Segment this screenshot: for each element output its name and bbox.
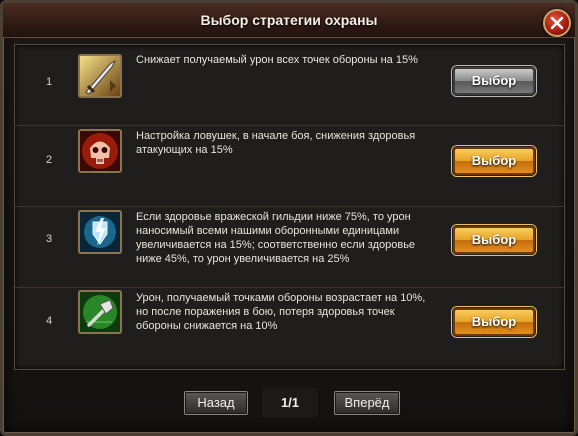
hammer-icon [78, 290, 122, 334]
select-button[interactable]: Выбор [452, 146, 536, 176]
strategy-description: Настройка ловушек, в начале боя, снижени… [136, 130, 416, 156]
select-button[interactable]: Выбор [452, 66, 536, 96]
page-indicator: 1/1 [262, 388, 318, 418]
select-button[interactable]: Выбор [452, 225, 536, 255]
dialog-title: Выбор стратегии охраны [200, 12, 378, 28]
strategy-number: 4 [45, 315, 53, 327]
strategy-description: Если здоровье вражеской гильдии ниже 75%… [136, 211, 416, 265]
strategy-list: 1 Снижает получаемый урон всех точек обо… [14, 44, 565, 370]
strategy-row-2: 2 Настройка ловушек, в начале боя, сниже… [15, 126, 564, 207]
lightning-shield-icon [78, 210, 122, 254]
strategy-number: 3 [45, 233, 53, 245]
forward-button[interactable]: Вперёд [334, 391, 400, 415]
skull-icon [78, 129, 122, 173]
select-button[interactable]: Выбор [452, 307, 536, 337]
dialog-title-bar: Выбор стратегии охраны [3, 3, 575, 38]
close-button[interactable] [543, 9, 571, 37]
strategy-description: Снижает получаемый урон всех точек оборо… [136, 54, 418, 66]
sword-icon [78, 54, 122, 98]
strategy-number: 2 [45, 154, 53, 166]
strategy-row-4: 4 Урон, получаемый точками обороны возра… [15, 288, 564, 368]
close-icon [550, 16, 564, 30]
strategy-description: Урон, получаемый точками обороны возраст… [136, 292, 426, 332]
back-button[interactable]: Назад [184, 391, 248, 415]
strategy-number: 1 [45, 76, 53, 88]
strategy-row-1: 1 Снижает получаемый урон всех точек обо… [15, 45, 564, 126]
strategy-row-3: 3 Если здоровье вражеской гильдии ниже 7… [15, 207, 564, 288]
